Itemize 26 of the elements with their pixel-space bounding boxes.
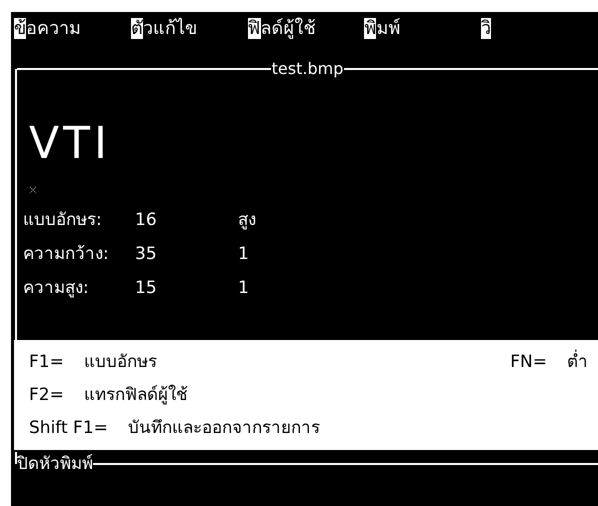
field-label: ความกว้าง:	[23, 243, 110, 266]
menu-item[interactable]: ข้อความ	[14, 20, 131, 38]
field-label: แบบอักษร:	[23, 209, 103, 232]
menu-item[interactable]: พิมพ์	[364, 20, 482, 38]
field-value: 16	[134, 209, 158, 232]
field-unit: 1	[238, 243, 249, 266]
field-value: 15	[134, 277, 158, 300]
key-action: ต่ำ	[567, 350, 588, 374]
field-value: 35	[134, 243, 158, 266]
key-action: แบบอักษร	[84, 351, 158, 374]
logo-text: VTI	[29, 122, 111, 166]
menu-item[interactable]: วิ	[481, 20, 598, 38]
key-label: F1=	[29, 351, 64, 374]
field-unit: 1	[238, 277, 249, 300]
key-label: FN=	[510, 351, 547, 374]
key-action: บันทึกและออกจากรายการ	[128, 417, 321, 440]
key-action: แทรกฟิลด์ผู้ใช้	[84, 384, 189, 407]
status-label: ปิดหัวพิมพ์	[17, 453, 93, 476]
key-label: F2=	[29, 384, 64, 407]
menu-item[interactable]: ฟิลด์ผู้ใช้	[248, 20, 364, 38]
menu-item[interactable]: ตัวแก้ไข	[130, 20, 248, 38]
cross-mark-icon	[29, 186, 37, 194]
field-unit: สูง	[238, 209, 256, 232]
key-label: Shift F1=	[29, 417, 108, 440]
field-label: ความสูง:	[23, 277, 90, 300]
frame-title: test.bmp	[270, 61, 344, 77]
